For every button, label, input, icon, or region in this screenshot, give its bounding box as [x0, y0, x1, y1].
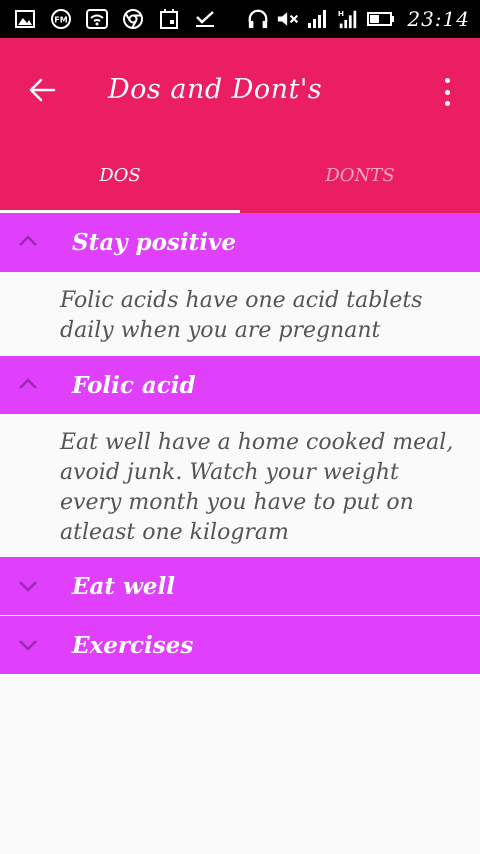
signal-h-icon: H	[337, 8, 359, 30]
tab-bar: DOS DONTS	[0, 143, 480, 213]
chevron-up-icon	[16, 374, 40, 394]
chevron-down-icon	[16, 575, 40, 595]
wifi-icon	[86, 8, 108, 30]
section-title: Exercises	[72, 631, 194, 659]
page-title: Dos and Dont's	[108, 74, 323, 105]
section-title: Eat well	[72, 572, 175, 600]
section-header[interactable]: Folic acid	[0, 356, 480, 415]
section-body: Folic acids have one acid tablets daily …	[0, 273, 480, 356]
svg-text:FM: FM	[54, 16, 67, 25]
menu-dot	[444, 89, 450, 95]
tab-dos[interactable]: DOS	[0, 143, 240, 213]
battery-icon	[367, 8, 395, 30]
image-icon	[14, 8, 36, 30]
section-exercises: Exercises	[0, 616, 480, 675]
app-bar: Dos and Dont's	[0, 38, 480, 143]
section-folic-acid: Folic acid Eat well have a home cooked m…	[0, 356, 480, 557]
mute-icon	[277, 8, 299, 30]
clock-time: 23:14	[407, 7, 470, 31]
signal-icon	[307, 8, 329, 30]
overflow-menu-icon[interactable]	[438, 78, 456, 106]
menu-dot	[444, 78, 450, 83]
calendar-icon	[158, 8, 180, 30]
menu-dot	[444, 101, 450, 106]
chevron-up-icon	[16, 231, 40, 251]
tab-donts[interactable]: DONTS	[240, 143, 480, 213]
section-body: Eat well have a home cooked meal, avoid …	[0, 415, 480, 557]
chrome-icon	[122, 8, 144, 30]
section-header[interactable]: Eat well	[0, 557, 480, 616]
back-arrow-icon[interactable]	[28, 76, 56, 104]
chevron-down-icon	[16, 634, 40, 654]
section-header[interactable]: Stay positive	[0, 213, 480, 273]
download-done-icon	[194, 8, 216, 30]
section-title: Stay positive	[72, 229, 236, 256]
fm-radio-icon: FM	[50, 8, 72, 30]
section-eat-well: Eat well	[0, 557, 480, 616]
headset-icon	[247, 8, 269, 30]
section-stay-positive: Stay positive Folic acids have one acid …	[0, 213, 480, 356]
status-bar: FM H 23:14	[0, 0, 480, 38]
section-header[interactable]: Exercises	[0, 616, 480, 675]
svg-text:H: H	[338, 9, 344, 18]
section-title: Folic acid	[72, 371, 196, 399]
